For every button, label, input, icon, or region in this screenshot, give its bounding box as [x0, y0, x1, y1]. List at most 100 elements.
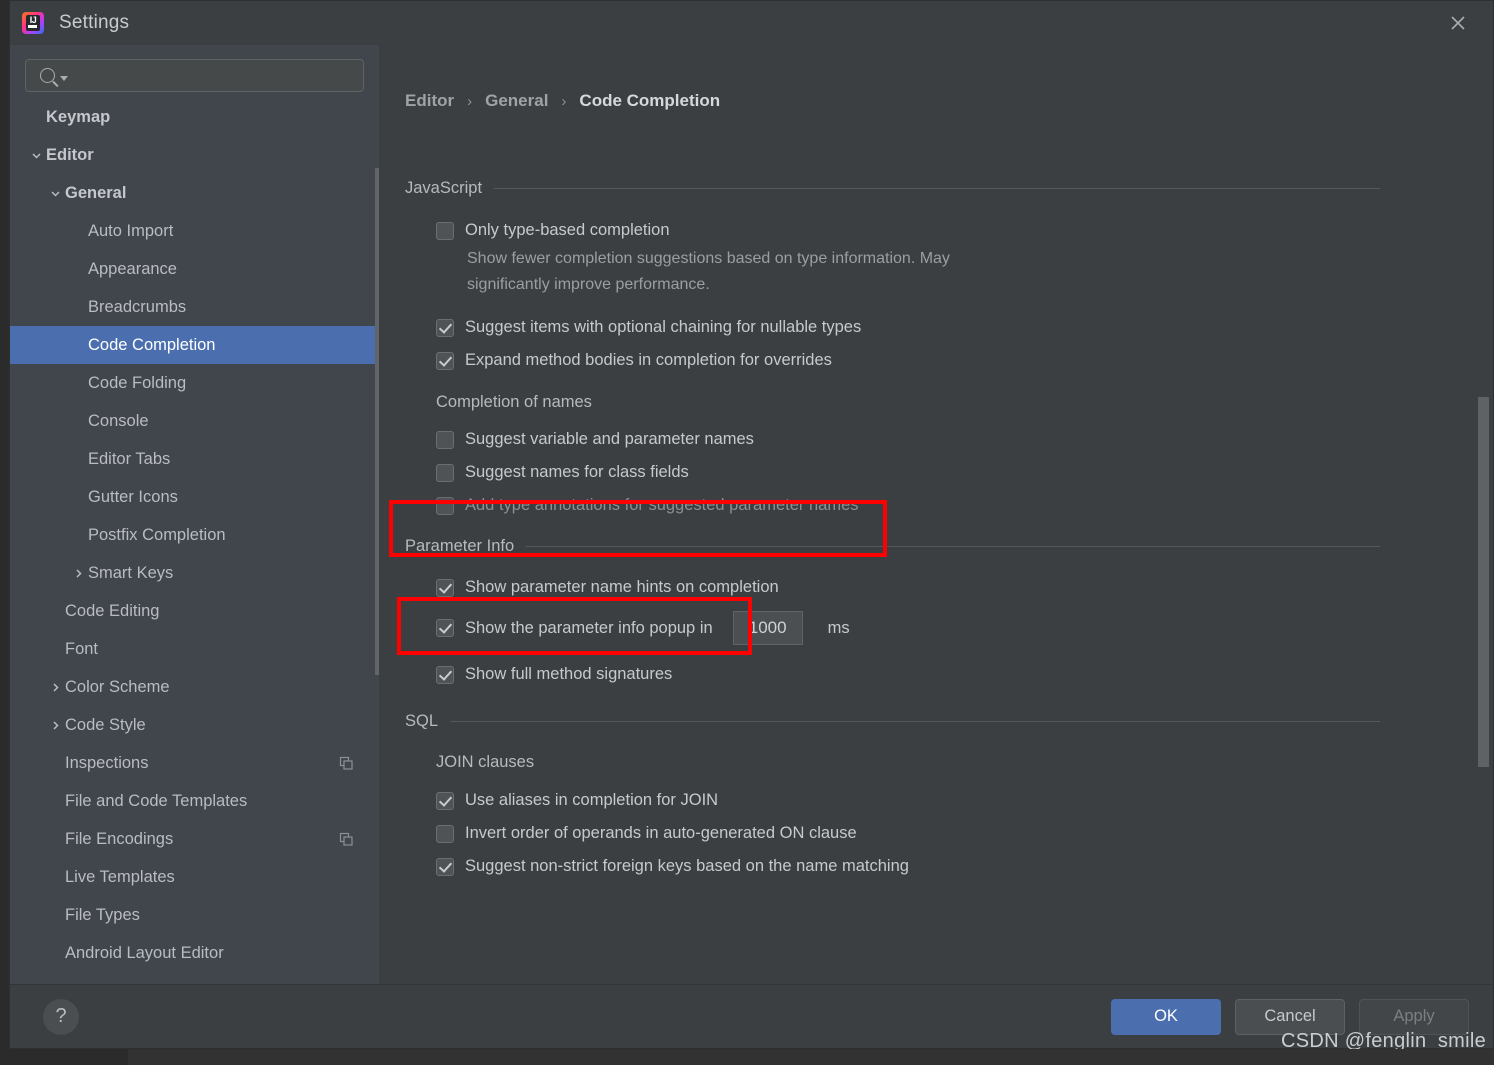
checkbox-invert-operands[interactable]: [436, 824, 454, 843]
sidebar-item-code-folding[interactable]: Code Folding: [10, 364, 379, 402]
sidebar-item-live-templates[interactable]: Live Templates: [10, 858, 379, 896]
sidebar-item-font[interactable]: Font: [10, 630, 379, 668]
checkbox-full-method-signatures[interactable]: [436, 665, 454, 684]
group-sql: SQL: [379, 712, 1493, 731]
row-only-type-based[interactable]: Only type-based completion: [379, 221, 1493, 240]
sidebar-scrollbar-thumb[interactable]: [375, 168, 379, 675]
dialog-body: Keymap Editor General Auto Import Appearance…: [10, 45, 1493, 984]
checkbox-use-aliases-join[interactable]: [436, 791, 454, 810]
breadcrumb-separator-icon: ›: [561, 92, 567, 110]
search-icon: [40, 68, 55, 83]
sidebar-item-label: Smart Keys: [88, 563, 174, 582]
checkbox-suggest-var-param-names[interactable]: [436, 430, 454, 449]
chevron-right-icon[interactable]: [68, 567, 88, 580]
label-use-aliases-join: Use aliases in completion for JOIN: [465, 791, 719, 809]
breadcrumb-code-completion: Code Completion: [579, 91, 721, 110]
sidebar-item-breadcrumbs[interactable]: Breadcrumbs: [10, 288, 379, 326]
sidebar-item-editor-tabs[interactable]: Editor Tabs: [10, 440, 379, 478]
checkbox-optional-chaining[interactable]: [436, 318, 454, 337]
sidebar-item-android-layout-editor[interactable]: Android Layout Editor: [10, 934, 379, 972]
label-only-type-based: Only type-based completion: [465, 221, 670, 239]
breadcrumb: Editor › General › Code Completion: [405, 91, 720, 111]
checkbox-expand-method-bodies[interactable]: [436, 351, 454, 370]
sidebar-item-code-editing[interactable]: Code Editing: [10, 592, 379, 630]
row-add-type-annotations: Add type annotations for suggested param…: [379, 496, 1493, 515]
chevron-right-icon[interactable]: [45, 681, 65, 694]
checkbox-only-type-based[interactable]: [436, 221, 454, 240]
sidebar-item-label: Breadcrumbs: [88, 297, 187, 316]
checkbox-add-type-annotations: [436, 496, 454, 515]
chevron-down-icon[interactable]: [45, 187, 65, 200]
sidebar-item-label: Code Completion: [88, 335, 216, 354]
checkbox-param-info-popup[interactable]: [436, 619, 454, 637]
sidebar-item-keymap[interactable]: Keymap: [10, 98, 379, 136]
group-javascript: JavaScript: [379, 179, 1493, 198]
sidebar-item-general[interactable]: General: [10, 174, 379, 212]
sidebar-item-console[interactable]: Console: [10, 402, 379, 440]
sidebar-item-auto-import[interactable]: Auto Import: [10, 212, 379, 250]
breadcrumb-editor[interactable]: Editor: [405, 91, 454, 111]
breadcrumb-separator-icon: ›: [467, 92, 473, 110]
settings-dialog: IJ Settings Keymap Editor General Auto I…: [9, 0, 1494, 1049]
row-param-name-hints[interactable]: Show parameter name hints on completion: [379, 578, 1493, 597]
sidebar-item-code-completion[interactable]: Code Completion: [10, 326, 379, 364]
row-suggest-var-param-names[interactable]: Suggest variable and parameter names: [379, 430, 1493, 449]
settings-content: JavaScript Only type-based completion Sh…: [379, 155, 1493, 984]
checkbox-param-name-hints[interactable]: [436, 578, 454, 597]
row-optional-chaining[interactable]: Suggest items with optional chaining for…: [379, 318, 1493, 337]
sidebar-item-label: File Encodings: [65, 829, 174, 848]
settings-tree: Keymap Editor General Auto Import Appearance…: [10, 98, 379, 984]
label-param-name-hints: Show parameter name hints on completion: [465, 578, 779, 596]
breadcrumb-general[interactable]: General: [485, 91, 548, 111]
search-box[interactable]: [25, 59, 364, 92]
sidebar-item-label: Keymap: [46, 107, 111, 126]
sidebar-item-label: Live Templates: [65, 867, 175, 886]
sidebar-item-color-scheme[interactable]: Color Scheme: [10, 668, 379, 706]
sidebar-item-file-encodings[interactable]: File Encodings: [10, 820, 379, 858]
sidebar-item-editor[interactable]: Editor: [10, 136, 379, 174]
taskbar-strip: [128, 1049, 1494, 1065]
chevron-down-icon[interactable]: [26, 149, 46, 162]
settings-sidebar: Keymap Editor General Auto Import Appearance…: [10, 45, 379, 984]
chevron-right-icon[interactable]: [45, 719, 65, 732]
checkbox-non-strict-fk[interactable]: [436, 857, 454, 876]
row-suggest-class-fields[interactable]: Suggest names for class fields: [379, 463, 1493, 482]
popup-delay-input[interactable]: 1000: [732, 611, 803, 645]
sidebar-item-label: General: [65, 183, 127, 202]
settings-main-panel: Editor › General › Code Completion JavaS…: [379, 45, 1493, 984]
help-button[interactable]: ?: [43, 998, 79, 1035]
sidebar-item-gutter-icons[interactable]: Gutter Icons: [10, 478, 379, 516]
title-bar: IJ Settings: [10, 1, 1493, 45]
group-parameter-info-label: Parameter Info: [405, 537, 515, 555]
ok-button[interactable]: OK: [1111, 998, 1221, 1035]
sidebar-item-copyright[interactable]: Copyright: [10, 972, 379, 985]
row-non-strict-fk[interactable]: Suggest non-strict foreign keys based on…: [379, 857, 1493, 876]
row-full-method-signatures[interactable]: Show full method signatures: [379, 665, 1493, 684]
main-scrollbar-thumb[interactable]: [1478, 397, 1489, 767]
row-invert-operands[interactable]: Invert order of operands in auto-generat…: [379, 824, 1493, 843]
sidebar-item-file-and-code-templates[interactable]: File and Code Templates: [10, 782, 379, 820]
sidebar-item-inspections[interactable]: Inspections: [10, 744, 379, 782]
sidebar-item-code-style[interactable]: Code Style: [10, 706, 379, 744]
chevron-down-icon[interactable]: [60, 75, 68, 81]
label-param-info-popup: Show the parameter info popup in: [465, 618, 713, 637]
sidebar-item-smart-keys[interactable]: Smart Keys: [10, 554, 379, 592]
sidebar-item-label: Console: [88, 411, 149, 430]
group-parameter-info: Parameter Info: [379, 537, 1493, 556]
row-expand-method-bodies[interactable]: Expand method bodies in completion for o…: [379, 351, 1493, 370]
popup-delay-unit: ms: [827, 618, 850, 637]
divider: [450, 721, 1380, 722]
checkbox-suggest-class-fields[interactable]: [436, 463, 454, 482]
sidebar-item-postfix-completion[interactable]: Postfix Completion: [10, 516, 379, 554]
sidebar-item-label: Code Folding: [88, 373, 187, 392]
group-sql-label: SQL: [405, 712, 439, 730]
close-icon[interactable]: [1443, 9, 1473, 37]
window-title: Settings: [59, 12, 130, 33]
sidebar-item-label: Gutter Icons: [88, 487, 178, 506]
sidebar-item-label: Appearance: [88, 259, 177, 278]
sidebar-item-appearance[interactable]: Appearance: [10, 250, 379, 288]
sidebar-item-file-types[interactable]: File Types: [10, 896, 379, 934]
search-input[interactable]: [70, 67, 363, 84]
row-param-info-popup[interactable]: Show the parameter info popup in 1000 ms: [379, 611, 1493, 645]
row-use-aliases-join[interactable]: Use aliases in completion for JOIN: [379, 791, 1493, 810]
